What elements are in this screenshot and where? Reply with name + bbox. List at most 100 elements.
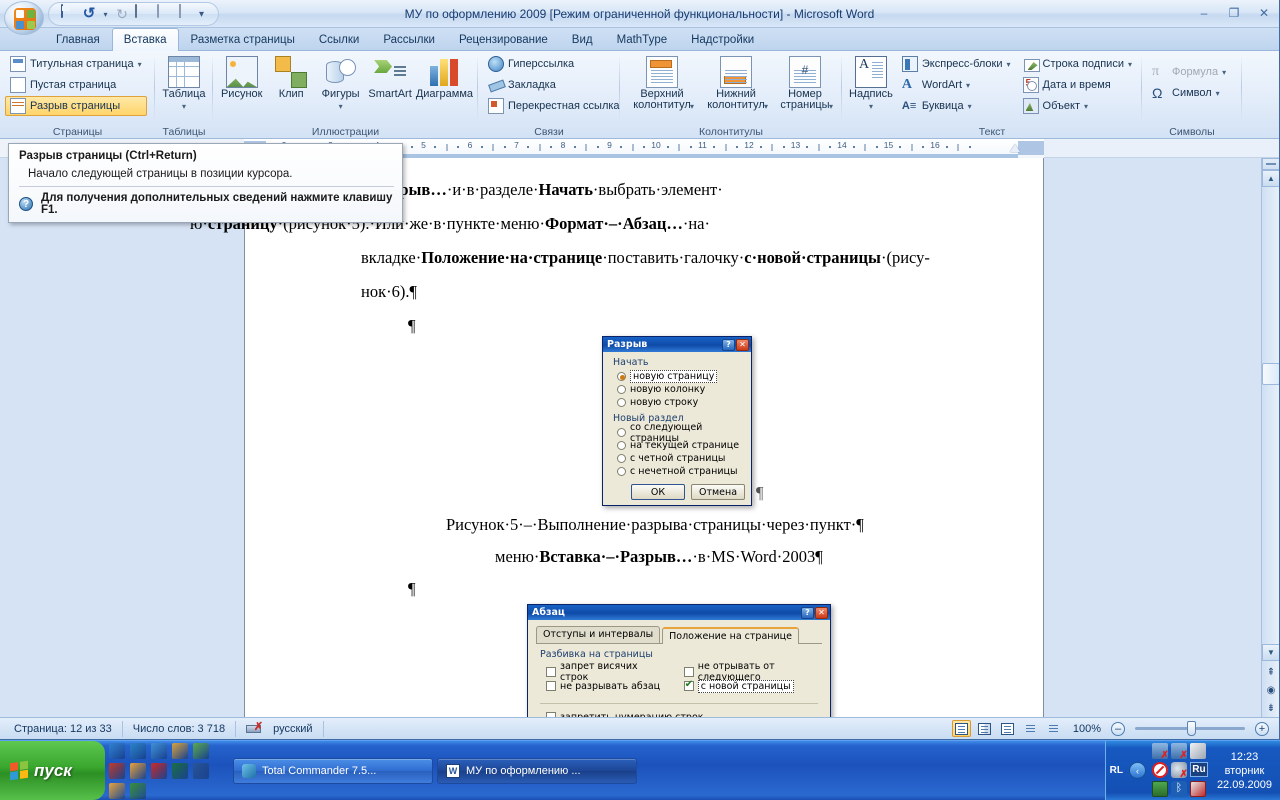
close-icon[interactable]: ✕ [736, 338, 749, 351]
scroll-down-button[interactable]: ▼ [1262, 644, 1279, 661]
customize-qat-icon[interactable]: ▾ [199, 9, 204, 20]
picture-button[interactable]: Рисунок [218, 54, 265, 100]
radio-even-page[interactable]: с четной страницы [617, 452, 745, 465]
help-icon[interactable]: ? [801, 606, 814, 619]
radio-next-page[interactable]: со следующей страницы [617, 422, 745, 444]
network-disconnected-2-icon[interactable]: ✗ [1170, 743, 1188, 761]
print-layout-view-icon[interactable] [951, 720, 971, 737]
page-number-button[interactable]: Номер страницы ▾ [774, 54, 836, 123]
folder-icon[interactable] [172, 742, 188, 759]
vertical-scrollbar[interactable]: ▲ ▼ ⇞ ◉ ⇟ [1261, 158, 1279, 717]
save-icon[interactable] [59, 4, 77, 23]
show-desktop-icon[interactable] [151, 742, 167, 759]
draft-view-icon[interactable] [1044, 720, 1063, 737]
chevron-down-icon[interactable]: ▾ [339, 101, 343, 112]
clip-art-button[interactable]: Клип [267, 54, 314, 100]
zoom-slider-thumb[interactable] [1187, 721, 1196, 736]
cross-reference-button[interactable]: Перекрестная ссылка [483, 96, 625, 116]
tab-line-page-breaks[interactable]: Положение на странице [662, 627, 799, 644]
chevron-down-icon[interactable]: ▾ [1222, 68, 1226, 77]
tab-ssylki[interactable]: Ссылки [307, 29, 372, 50]
close-icon[interactable]: ✕ [815, 606, 828, 619]
full-screen-reading-view-icon[interactable] [975, 720, 994, 737]
scroll-up-button[interactable]: ▲ [1262, 170, 1279, 187]
chevron-down-icon[interactable]: ▾ [1084, 102, 1088, 111]
tab-nadstroyki[interactable]: Надстройки [679, 29, 766, 50]
tab-mathtype[interactable]: MathType [605, 29, 680, 50]
table-button[interactable]: Таблица ▾ [160, 54, 208, 112]
radio-new-column[interactable]: новую колонку [617, 383, 745, 396]
web-layout-view-icon[interactable] [998, 720, 1017, 737]
redo-icon[interactable]: ↻ [113, 5, 131, 23]
tray-clock[interactable]: 12:23 вторник 22.09.2009 [1213, 750, 1272, 792]
split-window-handle[interactable] [1262, 158, 1279, 170]
radio-odd-page[interactable]: с нечетной страницы [617, 465, 745, 478]
next-object-icon[interactable]: ⇟ [1262, 699, 1279, 717]
radio-new-page[interactable]: новую страницу [617, 370, 745, 383]
print-icon[interactable] [134, 4, 152, 23]
footer-button[interactable]: Нижний колонтитул ▾ [700, 54, 772, 123]
document-page[interactable]: ь·пункт·меню·Вставка·–·Разрыв…·и·в·разде… [190, 158, 1044, 717]
spell-check-icon[interactable]: ✗ [246, 722, 263, 735]
chevron-down-icon[interactable]: ▾ [829, 101, 833, 112]
chevron-down-icon[interactable]: ▾ [182, 101, 186, 112]
cancel-button[interactable]: Отмена [691, 484, 745, 500]
object-button[interactable]: Объект ▾ [1018, 96, 1137, 116]
zoom-in-button[interactable]: + [1255, 721, 1269, 736]
help-icon[interactable]: ? [722, 338, 735, 351]
battery-icon[interactable] [1151, 781, 1168, 797]
status-page[interactable]: Страница: 12 из 33 [4, 720, 123, 737]
chevron-down-icon[interactable]: ▾ [1007, 60, 1011, 69]
symbol-button[interactable]: Ω Символ ▾ [1147, 83, 1231, 103]
chevron-down-icon[interactable]: ▾ [869, 101, 873, 112]
drop-cap-button[interactable]: A≡ Буквица ▾ [897, 96, 1016, 116]
outline-view-icon[interactable] [1021, 720, 1040, 737]
chevron-down-icon[interactable]: ▾ [1216, 89, 1220, 98]
new-document-icon[interactable] [176, 4, 194, 23]
previous-object-icon[interactable]: ⇞ [1262, 663, 1279, 681]
usb-device-icon[interactable] [193, 742, 209, 759]
kaspersky-icon[interactable] [1189, 781, 1206, 797]
office-button[interactable] [4, 1, 44, 35]
smartart-button[interactable]: SmartArt [366, 54, 413, 100]
internet-explorer-icon[interactable] [130, 742, 146, 759]
chevron-down-icon[interactable]: ▾ [690, 101, 694, 112]
undo-icon[interactable]: ↺ [80, 5, 98, 23]
language-rl-indicator[interactable]: RL [1110, 765, 1123, 776]
radio-continuous[interactable]: на текущей странице [617, 439, 745, 452]
show-hidden-icons-icon[interactable]: ‹ [1128, 762, 1146, 779]
chevron-down-icon[interactable]: ▾ [966, 81, 970, 90]
tab-vstavka[interactable]: Вставка [111, 28, 179, 51]
chevron-down-icon[interactable]: ▾ [138, 60, 142, 69]
tab-razmetka-stranicy[interactable]: Разметка страницы [179, 29, 307, 50]
restore-button[interactable]: ❐ [1223, 4, 1245, 22]
undo-dropdown-icon[interactable]: ▾ [101, 5, 110, 23]
taskbar-item-word-document[interactable]: W МУ по оформлению ... [437, 757, 637, 784]
right-indent-marker[interactable] [1010, 144, 1020, 152]
chart-button[interactable]: Диаграмма [416, 54, 473, 100]
bluetooth-icon[interactable]: ᛒ [1170, 781, 1187, 797]
shapes-button[interactable]: Фигуры ▾ [317, 54, 364, 112]
language-bar-icon[interactable]: Ru [1189, 762, 1208, 777]
chevron-down-icon[interactable]: ▾ [968, 102, 972, 111]
bookmark-button[interactable]: Закладка [483, 75, 625, 95]
paint-icon[interactable] [109, 782, 125, 799]
checkbox-widow-orphan[interactable]: запрет висячих строк [546, 661, 666, 683]
ok-button[interactable]: ОК [631, 484, 685, 500]
word-icon[interactable] [193, 762, 209, 779]
zoom-level[interactable]: 100% [1067, 723, 1107, 735]
close-button[interactable]: ✕ [1253, 4, 1275, 22]
tab-glavnaya[interactable]: Главная [44, 29, 112, 50]
equation-button[interactable]: π Формула ▾ [1147, 62, 1231, 82]
print-preview-icon[interactable] [155, 4, 173, 23]
chevron-down-icon[interactable]: ▾ [764, 101, 768, 112]
signature-line-button[interactable]: Строка подписи ▾ [1018, 54, 1137, 74]
status-word-count[interactable]: Число слов: 3 718 [123, 720, 237, 737]
tab-indents-spacing[interactable]: Отступы и интервалы [536, 626, 661, 643]
status-language[interactable]: ✗ русский [236, 720, 324, 737]
minimize-button[interactable]: – [1193, 4, 1215, 22]
hyperlink-button[interactable]: Гиперссылка [483, 54, 625, 74]
title-page-button[interactable]: Титульная страница ▾ [5, 54, 147, 74]
blank-page-button[interactable]: Пустая страница [5, 75, 147, 95]
header-button[interactable]: Верхний колонтитул ▾ [626, 54, 698, 123]
